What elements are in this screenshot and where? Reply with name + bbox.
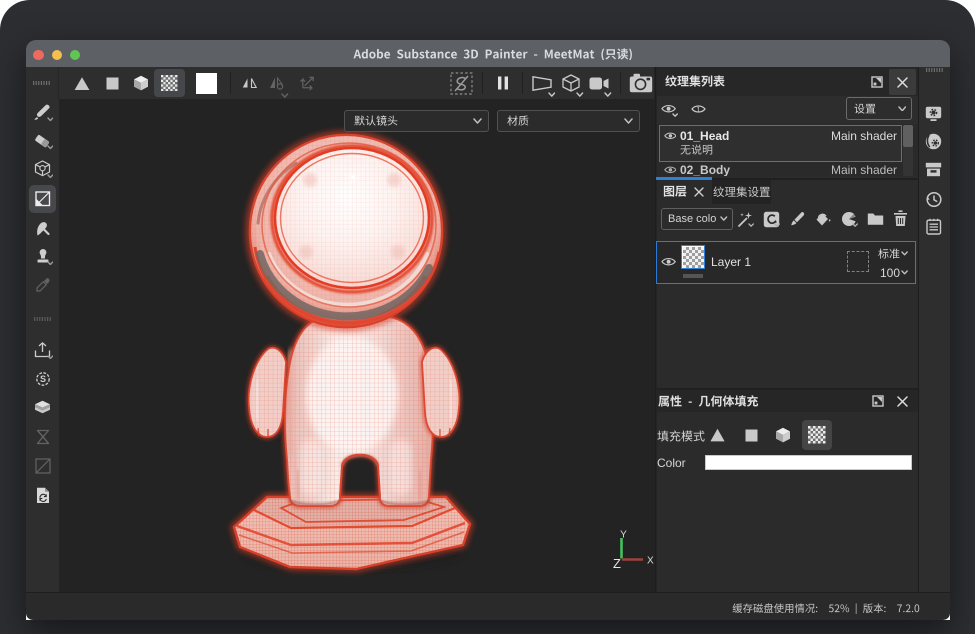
svg-text:1: 1 xyxy=(696,105,700,114)
svg-text:S: S xyxy=(39,374,45,384)
svg-text:Y: Y xyxy=(620,530,627,541)
svg-text:Z: Z xyxy=(613,556,621,571)
svg-text:X: X xyxy=(647,556,654,567)
